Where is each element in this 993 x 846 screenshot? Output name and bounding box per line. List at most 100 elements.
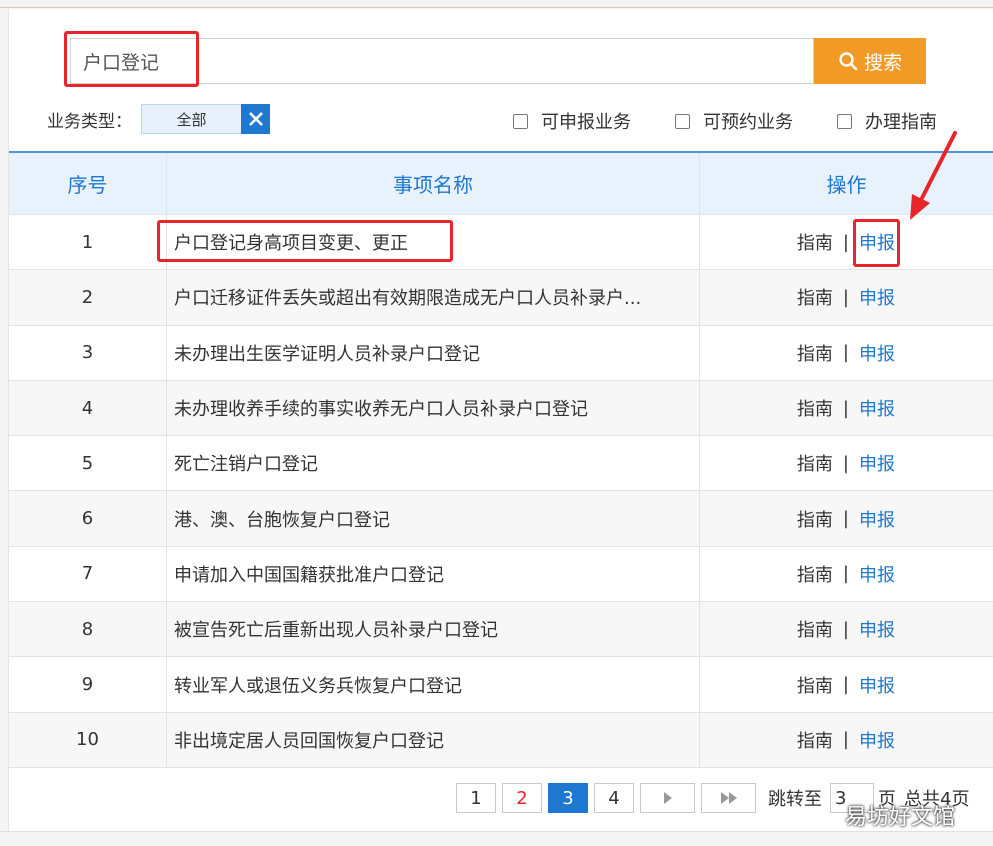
- row-item-name[interactable]: 未办理出生医学证明人员补录户口登记: [167, 325, 700, 380]
- apply-link[interactable]: 申报: [859, 284, 895, 310]
- checkbox-appointment[interactable]: 可预约业务: [675, 108, 793, 134]
- header-item-name: 事项名称: [167, 153, 700, 214]
- separator: |: [842, 563, 849, 585]
- top-border: [0, 0, 993, 8]
- separator: |: [842, 729, 849, 751]
- search-icon: [839, 52, 858, 71]
- search-button-label: 搜索: [863, 51, 902, 74]
- apply-link[interactable]: 申报: [859, 616, 895, 642]
- separator: |: [842, 342, 849, 364]
- row-item-name[interactable]: 申请加入中国国籍获批准户口登记: [167, 546, 700, 602]
- table-row: 9 转业军人或退伍义务兵恢复户口登记 指南 | 申报: [9, 657, 993, 713]
- row-index: 4: [9, 380, 167, 436]
- apply-link[interactable]: 申报: [859, 450, 895, 476]
- row-item-name[interactable]: 死亡注销户口登记: [167, 436, 700, 491]
- jump-label: 跳转至: [768, 789, 822, 810]
- checkbox-box[interactable]: [675, 113, 690, 129]
- row-item-name[interactable]: 户口迁移证件丢失或超出有效期限造成无户口人员补录户...: [167, 270, 700, 325]
- row-index: 7: [9, 546, 167, 602]
- guide-link[interactable]: 指南: [797, 229, 833, 255]
- guide-link[interactable]: 指南: [797, 506, 833, 532]
- table-header: 序号 事项名称 操作: [9, 153, 993, 215]
- guide-link[interactable]: 指南: [797, 284, 833, 310]
- red-arrow-icon: [910, 131, 957, 220]
- table-body: 1 户口登记身高项目变更、更正 指南 | 申报 2 户口迁移证件丢失或超出有效期限造…: [9, 215, 993, 768]
- separator: |: [842, 508, 849, 530]
- row-item-name[interactable]: 港、澳、台胞恢复户口登记: [167, 491, 700, 546]
- apply-link[interactable]: 申报: [859, 561, 895, 587]
- row-actions: 指南 | 申报: [700, 436, 993, 490]
- checkbox-box[interactable]: [837, 113, 852, 129]
- bottom-border: [0, 831, 993, 846]
- guide-link[interactable]: 指南: [797, 672, 833, 698]
- table-row: 6 港、澳、台胞恢复户口登记 指南 | 申报: [9, 491, 993, 547]
- header-index: 序号: [9, 153, 167, 214]
- row-actions: 指南 | 申报: [700, 270, 993, 324]
- clear-type-button[interactable]: [241, 104, 270, 134]
- row-index: 5: [9, 436, 167, 491]
- guide-link[interactable]: 指南: [797, 395, 833, 421]
- search-button[interactable]: 搜索: [814, 38, 926, 84]
- table-row: 5 死亡注销户口登记 指南 | 申报: [9, 436, 993, 492]
- table-row: 10 非出境定居人员回国恢复户口登记 指南 | 申报: [9, 712, 993, 768]
- page-4-button[interactable]: 4: [594, 783, 634, 813]
- row-item-name[interactable]: 被宣告死亡后重新出现人员补录户口登记: [167, 602, 700, 657]
- row-item-name[interactable]: 未办理收养手续的事实收养无户口人员补录户口登记: [167, 380, 700, 436]
- watermark: 易坊好文馆: [845, 805, 956, 830]
- guide-link[interactable]: 指南: [797, 727, 833, 753]
- apply-link[interactable]: 申报: [859, 672, 895, 698]
- highlight-apply-link: [853, 219, 900, 267]
- page-2-button[interactable]: 2: [502, 783, 542, 813]
- highlight-first-item: [157, 220, 453, 262]
- row-index: 8: [9, 602, 167, 657]
- highlight-search-box: [64, 31, 199, 87]
- row-actions: 指南 | 申报: [700, 547, 993, 601]
- fast-forward-icon: [720, 792, 737, 804]
- row-actions: 指南 | 申报: [700, 713, 993, 767]
- guide-link[interactable]: 指南: [797, 450, 833, 476]
- guide-link[interactable]: 指南: [797, 561, 833, 587]
- row-actions: 指南 | 申报: [700, 602, 993, 656]
- page-3-button[interactable]: 3: [548, 783, 588, 813]
- separator: |: [842, 452, 849, 474]
- apply-link[interactable]: 申报: [859, 340, 895, 366]
- row-actions: 指南 | 申报: [700, 657, 993, 711]
- row-index: 9: [9, 657, 167, 712]
- row-actions: 指南 | 申报: [700, 491, 993, 545]
- checkbox-label: 可申报业务: [541, 112, 631, 133]
- last-page-button[interactable]: [701, 783, 756, 813]
- guide-link[interactable]: 指南: [797, 616, 833, 642]
- separator: |: [842, 397, 849, 419]
- table-row: 8 被宣告死亡后重新出现人员补录户口登记 指南 | 申报: [9, 602, 993, 658]
- apply-link[interactable]: 申报: [859, 727, 895, 753]
- table-row: 2 户口迁移证件丢失或超出有效期限造成无户口人员补录户... 指南 | 申报: [9, 270, 993, 326]
- table-row: 3 未办理出生医学证明人员补录户口登记 指南 | 申报: [9, 325, 993, 381]
- apply-link[interactable]: 申报: [859, 395, 895, 421]
- row-item-name[interactable]: 非出境定居人员回国恢复户口登记: [167, 712, 700, 767]
- business-type-label: 业务类型：: [47, 112, 132, 132]
- row-index: 3: [9, 325, 167, 380]
- next-page-button[interactable]: [640, 783, 695, 813]
- checkbox-box[interactable]: [513, 113, 528, 129]
- close-icon: [248, 112, 263, 126]
- row-actions: 指南 | 申报: [700, 326, 993, 380]
- row-actions: 指南 | 申报: [700, 381, 993, 435]
- apply-link[interactable]: 申报: [859, 506, 895, 532]
- checkbox-label: 可预约业务: [703, 112, 793, 133]
- separator: |: [842, 286, 849, 308]
- separator: |: [842, 674, 849, 696]
- guide-link[interactable]: 指南: [797, 340, 833, 366]
- play-right-icon: [663, 792, 672, 804]
- business-type-tag[interactable]: 全部: [141, 104, 242, 134]
- row-index: 2: [9, 270, 167, 325]
- separator: |: [842, 618, 849, 640]
- row-index: 6: [9, 491, 167, 546]
- page-1-button[interactable]: 1: [456, 783, 496, 813]
- checkbox-applicable[interactable]: 可申报业务: [513, 108, 631, 134]
- row-item-name[interactable]: 转业军人或退伍义务兵恢复户口登记: [167, 657, 700, 712]
- row-index: 1: [9, 215, 167, 270]
- row-index: 10: [9, 712, 167, 767]
- table-row: 7 申请加入中国国籍获批准户口登记 指南 | 申报: [9, 546, 993, 603]
- table-row: 4 未办理收养手续的事实收养无户口人员补录户口登记 指南 | 申报: [9, 380, 993, 437]
- separator: |: [842, 231, 849, 253]
